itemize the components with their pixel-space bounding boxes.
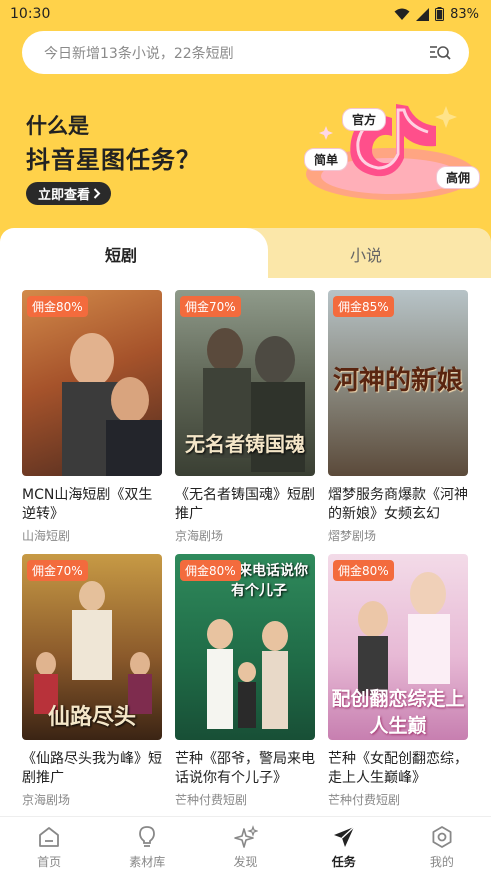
poster-title-text: 仙路尽头 (47, 704, 136, 730)
drama-card[interactable]: 警局来电话说你有个儿子 佣金80% 芒种《邵爷，警局来电话说你有个儿子》 芒种付… (175, 554, 315, 808)
drama-title: 熠梦服务商爆款《河神的新娘》女频玄幻 (328, 487, 468, 522)
poster-title-text: 无名者铸国魂 (185, 432, 305, 456)
nav-label-tasks: 任务 (331, 855, 356, 869)
paper-plane-icon (333, 826, 355, 847)
sparkle-icon (233, 825, 258, 848)
drama-source: 芒种付费短剧 (175, 793, 248, 807)
lightbulb-icon (139, 826, 156, 847)
banner-tag-official: 官方 (342, 108, 387, 131)
tab-short-drama-label: 短剧 (105, 246, 138, 265)
drama-title: MCN山海短剧《双生逆转》 (22, 487, 153, 522)
commission-badge: 佣金80% (180, 560, 241, 581)
banner-illustration[interactable]: 官方 简单 高佣 (296, 96, 486, 218)
tab-bar: 短剧 小说 (0, 228, 491, 278)
poster-title-text: 配创翻恋综走上人生巅 (331, 688, 465, 737)
drama-card[interactable]: 仙路尽头 佣金70% 《仙路尽头我为峰》短剧推广 京海剧场 (22, 554, 162, 808)
drama-title: 《仙路尽头我为峰》短剧推广 (22, 751, 162, 786)
search-placeholder: 今日新增13条小说，22条短剧 (44, 45, 234, 62)
banner-cta-label: 立即查看 (38, 188, 91, 203)
nav-label-discover: 发现 (233, 855, 258, 869)
drama-poster[interactable]: 警局来电话说你有个儿子 佣金80% (175, 554, 315, 740)
nav-item-tasks[interactable]: 任务 (295, 817, 393, 873)
drama-source: 京海剧场 (22, 793, 71, 807)
signal-icon (416, 7, 430, 21)
nav-item-profile[interactable]: 我的 (393, 817, 491, 873)
status-time: 10:30 (10, 6, 51, 22)
home-icon (39, 827, 59, 847)
drama-card[interactable]: 无名者铸国魂 佣金70% 《无名者铸国魂》短剧推广 京海剧场 (175, 290, 315, 544)
banner-title-line2: 抖音星图任务？ (26, 146, 201, 174)
drama-card[interactable]: 配创翻恋综走上人生巅 佣金80% 芒种《女配创翻恋综，走上人生巅峰》 芒种付费短… (328, 554, 468, 808)
commission-badge: 佣金70% (27, 560, 88, 581)
commission-badge: 佣金85% (333, 296, 394, 317)
drama-poster[interactable]: 配创翻恋综走上人生巅 佣金80% (328, 554, 468, 740)
tab-novel-label: 小说 (350, 246, 383, 265)
nav-item-materials[interactable]: 素材库 (98, 817, 196, 873)
nav-item-discover[interactable]: 发现 (196, 817, 294, 873)
drama-poster[interactable]: 无名者铸国魂 佣金70% (175, 290, 315, 476)
status-bar: 10:30 83% (0, 0, 491, 28)
nav-item-home[interactable]: 首页 (0, 817, 98, 873)
drama-poster[interactable]: 河神的新娘 佣金85% (328, 290, 468, 476)
nav-label-home: 首页 (37, 855, 62, 869)
banner-tag-simple: 简单 (304, 148, 349, 171)
drama-poster[interactable]: 佣金80% (22, 290, 162, 476)
nav-label-materials: 素材库 (129, 855, 166, 869)
commission-badge: 佣金80% (333, 560, 394, 581)
settings-icon (432, 826, 452, 848)
poster-figures (62, 333, 162, 476)
commission-badge: 佣金80% (27, 296, 88, 317)
battery-icon (435, 7, 445, 21)
search-icon[interactable] (429, 44, 451, 62)
status-icons: 83% (394, 7, 479, 22)
drama-card[interactable]: 佣金80% MCN山海短剧《双生逆转》 山海短剧 (22, 290, 162, 544)
drama-card[interactable]: 河神的新娘 佣金85% 熠梦服务商爆款《河神的新娘》女频玄幻 熠梦剧场 (328, 290, 468, 544)
drama-title: 芒种《女配创翻恋综，走上人生巅峰》 (328, 751, 468, 786)
drama-source: 芒种付费短剧 (328, 793, 401, 807)
drama-title: 《无名者铸国魂》短剧推广 (175, 487, 315, 522)
banner-tag-high-commission: 高佣 (436, 166, 481, 189)
battery-percent: 83% (450, 6, 479, 22)
drama-title: 芒种《邵爷，警局来电话说你有个儿子》 (175, 751, 315, 786)
drama-source: 山海短剧 (22, 529, 71, 543)
drama-source: 熠梦剧场 (328, 529, 377, 543)
commission-badge: 佣金70% (180, 296, 241, 317)
drama-source: 京海剧场 (175, 529, 224, 543)
poster-title-text: 河神的新娘 (332, 366, 463, 396)
bottom-navigation: 首页 素材库 发现 任务 我的 (0, 816, 491, 873)
wifi-icon (394, 8, 410, 20)
banner-title-line1: 什么是 (26, 114, 89, 138)
search-bar[interactable]: 今日新增13条小说，22条短剧 (22, 31, 469, 74)
nav-label-profile: 我的 (429, 855, 454, 869)
banner-view-now-button[interactable]: 立即查看 (26, 182, 112, 205)
chevron-right-icon (93, 188, 101, 199)
drama-poster[interactable]: 仙路尽头 佣金70% (22, 554, 162, 740)
